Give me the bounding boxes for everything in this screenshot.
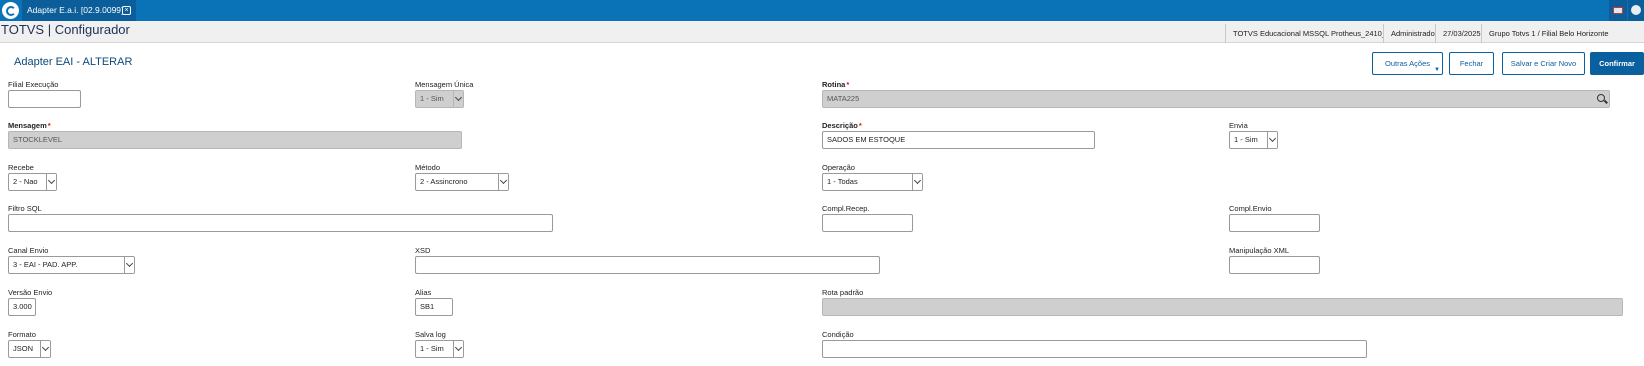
xsd-input[interactable] xyxy=(415,256,880,274)
formato-value: JSON xyxy=(13,344,34,353)
manipulacao-xml-input[interactable] xyxy=(1229,256,1320,274)
filtro-sql-label: Filtro SQL xyxy=(8,204,42,213)
canal-envio-value: 3 - EAI - PAD. APP. xyxy=(13,260,78,269)
formato-select[interactable]: JSON xyxy=(8,340,51,358)
app-title: TOTVS | Configurador xyxy=(1,22,130,37)
title-bar: Adapter E.a.i. [02.9.0099] × xyxy=(0,0,1644,21)
condicao-label: Condição xyxy=(822,330,854,339)
mensagem-unica-value: 1 - Sim xyxy=(420,94,444,103)
chevron-down-icon[interactable] xyxy=(40,341,50,357)
filtro-sql-input[interactable] xyxy=(8,214,553,232)
descricao-label-text: Descrição xyxy=(822,121,858,130)
mail-icon[interactable] xyxy=(1609,0,1627,21)
filial-execucao-label: Filial Execução xyxy=(8,80,59,89)
chevron-down-icon[interactable] xyxy=(453,341,463,357)
rotina-input[interactable]: MATA225 xyxy=(822,90,1610,108)
recebe-label: Recebe xyxy=(8,163,34,172)
page-title: Adapter EAI - ALTERAR xyxy=(14,56,133,68)
metodo-select[interactable]: 2 - Assincrono xyxy=(415,173,509,191)
salvar-criar-novo-button[interactable]: Salvar e Criar Novo xyxy=(1502,52,1585,75)
compl-envio-input[interactable] xyxy=(1229,214,1320,232)
search-icon[interactable] xyxy=(1597,94,1605,102)
mensagem-label-text: Mensagem xyxy=(8,121,47,130)
recebe-select[interactable]: 2 - Nao xyxy=(8,173,57,191)
canal-envio-label: Canal Envio xyxy=(8,246,49,255)
chevron-down-icon[interactable] xyxy=(124,257,134,273)
fechar-button[interactable]: Fechar xyxy=(1449,52,1494,75)
outras-acoes-button[interactable]: Outras Ações ▼ xyxy=(1372,52,1443,75)
xsd-label: XSD xyxy=(415,246,431,255)
totvs-logo-icon xyxy=(2,2,19,19)
envia-select[interactable]: 1 - Sim xyxy=(1229,131,1278,149)
branch-info: Grupo Totvs 1 / Filial Belo Horizonte xyxy=(1481,24,1644,43)
condicao-input[interactable] xyxy=(822,340,1367,358)
app-header: TOTVS | Configurador TOTVS Educacional M… xyxy=(0,21,1644,43)
chevron-down-icon[interactable] xyxy=(912,174,922,190)
required-marker: * xyxy=(858,121,862,130)
mensagem-label: Mensagem* xyxy=(8,121,51,130)
compl-envio-label: Compl.Envio xyxy=(1229,204,1272,213)
mensagem-input[interactable]: STOCKLEVEL xyxy=(8,131,462,149)
environment-info: TOTVS Educacional MSSQL Protheus_2410_bc xyxy=(1225,24,1383,43)
recebe-value: 2 - Nao xyxy=(13,177,38,186)
confirmar-button[interactable]: Confirmar xyxy=(1590,52,1644,75)
alias-label: Alias xyxy=(415,288,432,297)
required-marker: * xyxy=(846,80,850,89)
formato-label: Formato xyxy=(8,330,36,339)
versao-envio-label: Versão Envio xyxy=(8,288,53,297)
salva-log-value: 1 - Sim xyxy=(420,344,444,353)
salva-log-select[interactable]: 1 - Sim xyxy=(415,340,464,358)
rotina-value: MATA225 xyxy=(827,94,860,103)
help-icon[interactable] xyxy=(1628,0,1644,21)
chevron-down-icon[interactable] xyxy=(498,174,508,190)
chevron-down-icon[interactable] xyxy=(453,91,463,107)
window-tab[interactable]: Adapter E.a.i. [02.9.0099] × xyxy=(22,0,136,21)
filial-execucao-input[interactable] xyxy=(8,90,81,108)
mensagem-unica-label: Mensagem Única xyxy=(415,80,474,89)
versao-envio-input[interactable]: 3.000 xyxy=(8,298,36,316)
metodo-value: 2 - Assincrono xyxy=(420,177,468,186)
envia-label: Envia xyxy=(1229,121,1248,130)
close-icon[interactable]: × xyxy=(122,6,131,15)
descricao-input[interactable]: SADOS EM ESTOQUE xyxy=(822,131,1095,149)
operacao-value: 1 - Todas xyxy=(827,177,858,186)
canal-envio-select[interactable]: 3 - EAI - PAD. APP. xyxy=(8,256,135,274)
operacao-select[interactable]: 1 - Todas xyxy=(822,173,923,191)
metodo-label: Método xyxy=(415,163,441,172)
compl-recep-input[interactable] xyxy=(822,214,913,232)
compl-recep-label: Compl.Recep. xyxy=(822,204,870,213)
mensagem-unica-select[interactable]: 1 - Sim xyxy=(415,90,464,108)
salva-log-label: Salva log xyxy=(415,330,446,339)
required-marker: * xyxy=(47,121,51,130)
date-info: 27/03/2025 xyxy=(1435,24,1481,43)
rota-padrao-input[interactable] xyxy=(822,298,1623,316)
alias-input[interactable]: SB1 xyxy=(415,298,453,316)
rota-padrao-label: Rota padrão xyxy=(822,288,864,297)
operacao-label: Operação xyxy=(822,163,855,172)
rotina-label-text: Rotina xyxy=(822,80,846,89)
chevron-down-icon[interactable] xyxy=(46,174,56,190)
chevron-down-icon: ▼ xyxy=(1434,67,1440,73)
outras-acoes-label: Outras Ações xyxy=(1384,59,1431,68)
window-tab-title: Adapter E.a.i. [02.9.0099] xyxy=(27,5,124,15)
user-info: Administrador xyxy=(1383,24,1435,43)
rotina-label: Rotina* xyxy=(822,80,849,89)
manipulacao-xml-label: Manipulação XML xyxy=(1229,246,1290,255)
envia-value: 1 - Sim xyxy=(1234,135,1258,144)
chevron-down-icon[interactable] xyxy=(1267,132,1277,148)
descricao-label: Descrição* xyxy=(822,121,862,130)
